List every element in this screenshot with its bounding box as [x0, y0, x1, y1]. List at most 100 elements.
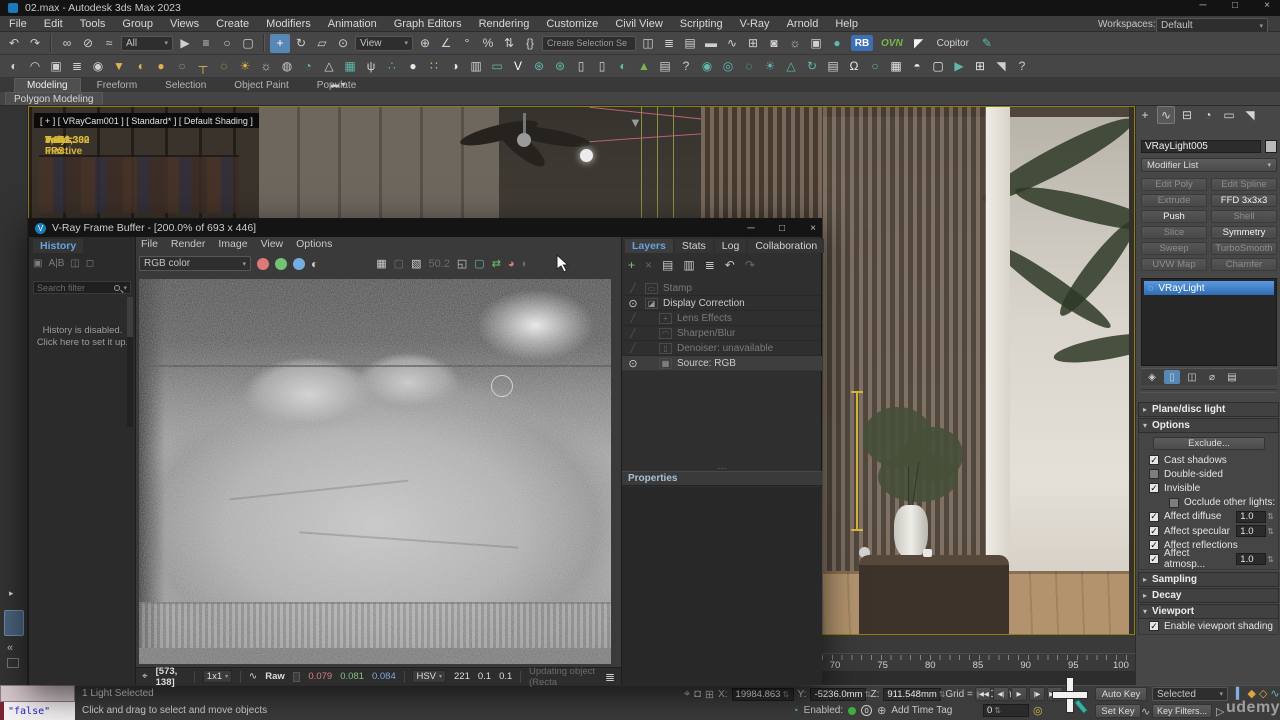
- set-key-button[interactable]: Set Key: [1095, 704, 1141, 718]
- script-pencil-icon[interactable]: ✎: [977, 34, 997, 53]
- light-fixture-icon[interactable]: ▼: [109, 57, 129, 76]
- reference-coordinate-dropdown[interactable]: View▾: [355, 36, 413, 51]
- copitor-button[interactable]: Copitor: [937, 38, 969, 49]
- mono-channel-button[interactable]: ◐: [311, 257, 318, 271]
- menu-item[interactable]: V-Ray: [740, 18, 770, 30]
- select-place-icon[interactable]: ⊙: [333, 34, 353, 53]
- dock-panel-button[interactable]: [4, 610, 24, 636]
- pin-stack-icon[interactable]: ◈: [1144, 370, 1160, 384]
- z-coordinate-field[interactable]: 911.548mm⇅: [883, 688, 941, 701]
- ribbon-toggle-icon[interactable]: ▬: [701, 34, 721, 53]
- option-checkbox[interactable]: [1149, 469, 1159, 479]
- selection-set-dropdown[interactable]: Selected▾: [1152, 687, 1228, 701]
- select-by-name-icon[interactable]: ≡: [196, 34, 216, 53]
- modifier-button[interactable]: Push: [1141, 210, 1207, 223]
- redo-icon[interactable]: ↷: [745, 258, 755, 272]
- current-frame-field[interactable]: 0⇅: [983, 704, 1029, 717]
- rollout-viewport[interactable]: ▾Viewport: [1138, 604, 1279, 619]
- history-scrollbar[interactable]: [127, 297, 133, 427]
- menu-item[interactable]: Modifiers: [266, 18, 311, 30]
- dock-expand-icon[interactable]: ▸: [9, 588, 14, 599]
- history-empty-message[interactable]: History is disabled. Click here to set i…: [29, 325, 136, 349]
- show-end-result-icon[interactable]: ▯: [1164, 370, 1180, 384]
- sheets-icon[interactable]: ▥: [466, 57, 486, 76]
- visibility-eye-icon[interactable]: [626, 343, 640, 354]
- vfb-close-button[interactable]: ×: [803, 221, 823, 235]
- modifier-button[interactable]: TurboSmooth: [1211, 242, 1277, 255]
- particle-dots-icon[interactable]: ∷: [424, 57, 444, 76]
- flame-icon[interactable]: ∴: [382, 57, 402, 76]
- maximize-button[interactable]: □: [1228, 0, 1242, 11]
- hsv-dropdown[interactable]: HSV▾: [412, 670, 446, 683]
- vfb-panel-tab[interactable]: Log: [715, 239, 747, 253]
- option-checkbox[interactable]: [1149, 526, 1159, 536]
- object-color-swatch[interactable]: [1265, 140, 1277, 153]
- menu-item[interactable]: Edit: [44, 18, 63, 30]
- set-b-icon[interactable]: ◻: [86, 258, 94, 269]
- modifier-list-dropdown[interactable]: Modifier List▾: [1141, 158, 1277, 172]
- arc-rotate-icon[interactable]: ◠: [25, 57, 45, 76]
- menu-item[interactable]: Arnold: [787, 18, 819, 30]
- ribbon-tab[interactable]: Modeling: [14, 78, 81, 92]
- vfb-panel-tab[interactable]: Layers: [625, 239, 673, 253]
- history-search-field[interactable]: Search filter ▾: [33, 281, 131, 294]
- utilities-tab[interactable]: ◥: [1241, 106, 1259, 124]
- modifier-button[interactable]: Sweep: [1141, 242, 1207, 255]
- selection-region-icon[interactable]: ○: [217, 34, 237, 53]
- option-checkbox[interactable]: [1149, 554, 1159, 564]
- layer-list-icon[interactable]: ≣: [705, 258, 715, 272]
- vfb-panel-tab[interactable]: Collaboration: [748, 239, 824, 253]
- save-layers-icon[interactable]: ▤: [662, 258, 673, 272]
- help-circle-icon[interactable]: ?: [676, 57, 696, 76]
- curve-editor-icon[interactable]: ∿: [722, 34, 742, 53]
- clear-image-icon[interactable]: ▢: [394, 257, 404, 270]
- track-bar[interactable]: [822, 672, 1135, 685]
- align-icon[interactable]: ≣: [659, 34, 679, 53]
- menu-item[interactable]: Customize: [546, 18, 598, 30]
- render-setup-icon[interactable]: ☼: [785, 34, 805, 53]
- modify-tab[interactable]: ∿: [1157, 106, 1175, 124]
- select-move-icon[interactable]: +: [270, 34, 290, 53]
- menu-item[interactable]: Scripting: [680, 18, 723, 30]
- list-doc-icon[interactable]: ▤: [823, 57, 843, 76]
- region-render-icon[interactable]: ▧: [411, 257, 421, 270]
- modifier-button[interactable]: Symmetry: [1211, 226, 1277, 239]
- zoom-level-icon[interactable]: 50.2: [428, 258, 449, 270]
- go-start-icon[interactable]: |◀◀: [975, 687, 991, 701]
- flash-icon[interactable]: ☼: [256, 57, 276, 76]
- render-last-icon[interactable]: ◐: [522, 258, 529, 270]
- auto-key-button[interactable]: Auto Key: [1095, 687, 1147, 701]
- play-icon[interactable]: ▶: [1011, 687, 1027, 701]
- menu-item[interactable]: Graph Editors: [394, 18, 462, 30]
- play-box-icon[interactable]: ▶: [949, 57, 969, 76]
- value-spinner[interactable]: 1.0: [1236, 511, 1266, 523]
- vfb-title-bar[interactable]: V V-Ray Frame Buffer - [200.0% of 693 x …: [29, 219, 821, 237]
- geosphere-icon[interactable]: ◍: [277, 57, 297, 76]
- properties-header[interactable]: Properties: [622, 471, 822, 486]
- y-coordinate-field[interactable]: -5236.0mm⇅: [810, 688, 866, 701]
- dock-slot-icon[interactable]: [7, 658, 19, 668]
- ribbon-tab[interactable]: Object Paint: [222, 79, 300, 92]
- maxscript-listener-top[interactable]: [0, 685, 75, 702]
- camcorder-icon[interactable]: ◉: [88, 57, 108, 76]
- workspace-dropdown[interactable]: Default▾: [1156, 18, 1268, 33]
- grid-panel-icon[interactable]: ▦: [340, 57, 360, 76]
- ring-icon[interactable]: ○: [865, 57, 885, 76]
- add-layer-icon[interactable]: +: [628, 258, 635, 272]
- window-icon[interactable]: ▢: [928, 57, 948, 76]
- grass-icon[interactable]: ψ: [361, 57, 381, 76]
- mask-icon[interactable]: ◑: [445, 57, 465, 76]
- visibility-eye-icon[interactable]: [626, 357, 640, 370]
- vfb-layer-row[interactable]: ◠ Sharpen/Blur: [622, 326, 822, 341]
- sun-light-icon[interactable]: ☀: [235, 57, 255, 76]
- object-name-field[interactable]: VRayLight005: [1141, 140, 1261, 153]
- render-production-icon[interactable]: ●: [827, 34, 847, 53]
- collapse-icon[interactable]: «: [7, 642, 13, 654]
- camera-target-icon[interactable]: ◎: [718, 57, 738, 76]
- menu-item[interactable]: Rendering: [479, 18, 530, 30]
- vfb-layer-row[interactable]: ▦ Source: RGB: [622, 356, 822, 371]
- channel-dropdown[interactable]: RGB color▾: [139, 256, 251, 271]
- mirror-icon[interactable]: ◫: [638, 34, 658, 53]
- pointer-icon[interactable]: ◤: [909, 34, 929, 53]
- option-checkbox[interactable]: [1149, 540, 1159, 550]
